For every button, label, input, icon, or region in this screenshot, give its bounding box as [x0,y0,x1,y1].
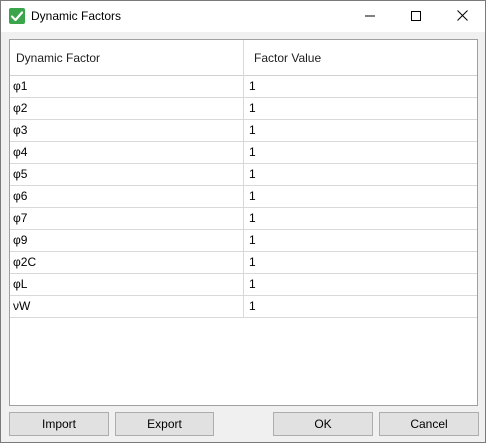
factor-name-cell[interactable]: νW [10,296,244,317]
factor-value-cell[interactable]: 1 [244,296,477,317]
factor-name-cell[interactable]: φ4 [10,142,244,163]
factor-value-cell[interactable]: 1 [244,76,477,97]
column-header-factor-value[interactable]: Factor Value [244,40,477,76]
close-button[interactable] [439,1,485,32]
factor-value-cell[interactable]: 1 [244,98,477,119]
factor-name-cell[interactable]: φ2C [10,252,244,273]
ok-button[interactable]: OK [273,412,373,436]
factor-value-cell[interactable]: 1 [244,274,477,295]
dynamic-factors-window: Dynamic Factors Dynamic Factor Factor Va… [0,0,486,443]
minimize-button[interactable] [347,1,393,32]
table-row[interactable]: φ2 1 [10,98,477,120]
table-row[interactable]: φ9 1 [10,230,477,252]
factor-name-cell[interactable]: φ1 [10,76,244,97]
table-body: φ1 1 φ2 1 φ3 1 φ4 1 φ5 1 φ6 1 φ7 1 φ9 1 … [10,76,477,318]
factor-name-cell[interactable]: φ5 [10,164,244,185]
factor-value-cell[interactable]: 1 [244,142,477,163]
factor-value-cell[interactable]: 1 [244,164,477,185]
minimize-icon [365,10,375,24]
close-icon [456,9,468,24]
table-header: Dynamic Factor Factor Value [10,40,477,76]
table-row[interactable]: φ2C 1 [10,252,477,274]
export-button[interactable]: Export [115,412,214,436]
table-row[interactable]: φL 1 [10,274,477,296]
factor-value-cell[interactable]: 1 [244,186,477,207]
title-bar[interactable]: Dynamic Factors [1,1,485,32]
cancel-button[interactable]: Cancel [379,412,479,436]
table-row[interactable]: φ6 1 [10,186,477,208]
factor-value-cell[interactable]: 1 [244,252,477,273]
factor-value-cell[interactable]: 1 [244,230,477,251]
window-title: Dynamic Factors [31,9,122,23]
factor-value-cell[interactable]: 1 [244,208,477,229]
check-icon [9,8,25,24]
table-row[interactable]: φ1 1 [10,76,477,98]
factor-name-cell[interactable]: φ7 [10,208,244,229]
table-row[interactable]: φ3 1 [10,120,477,142]
column-header-dynamic-factor[interactable]: Dynamic Factor [10,40,244,76]
import-button[interactable]: Import [9,412,109,436]
table-row[interactable]: νW 1 [10,296,477,318]
factor-value-cell[interactable]: 1 [244,120,477,141]
table-row[interactable]: φ7 1 [10,208,477,230]
factor-name-cell[interactable]: φ9 [10,230,244,251]
table-row[interactable]: φ5 1 [10,164,477,186]
factors-table[interactable]: Dynamic Factor Factor Value φ1 1 φ2 1 φ3… [9,39,478,406]
table-row[interactable]: φ4 1 [10,142,477,164]
factor-name-cell[interactable]: φ6 [10,186,244,207]
factor-name-cell[interactable]: φ2 [10,98,244,119]
factor-name-cell[interactable]: φL [10,274,244,295]
factor-name-cell[interactable]: φ3 [10,120,244,141]
maximize-button[interactable] [393,1,439,32]
maximize-icon [411,10,421,24]
